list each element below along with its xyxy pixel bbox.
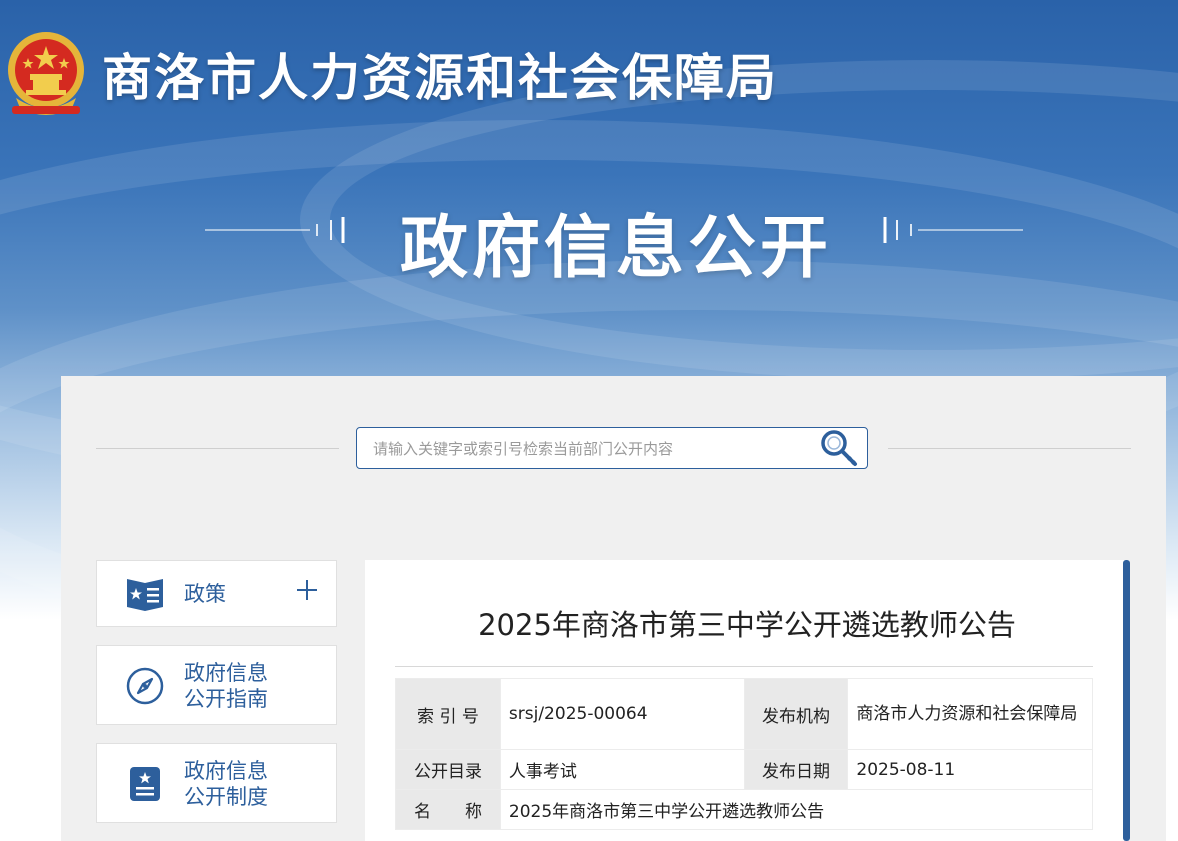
sidebar-item-label: 政府信息 公开制度 <box>184 759 268 809</box>
content-panel: 政策 政府信息 公开指南 政府信息 公开制度 2025年商洛市第三中学公开遴选教… <box>61 376 1166 841</box>
meta-label: 索 引 号 <box>395 678 501 750</box>
book-star-icon <box>127 579 163 611</box>
sidebar-item-disclosure-guide[interactable]: 政府信息 公开指南 <box>96 645 337 725</box>
sidebar-item-label: 政府信息 公开指南 <box>184 661 268 711</box>
meta-label: 名 称 <box>395 789 501 830</box>
table-row: 名 称 2025年商洛市第三中学公开遴选教师公告 <box>395 789 1094 830</box>
table-row: 索 引 号 srsj/2025-00064 发布机构 商洛市人力资源和社会保障局 <box>395 678 1093 750</box>
divider <box>395 666 1093 667</box>
search-box <box>356 427 868 469</box>
sidebar-item-label: 政策 <box>184 582 226 606</box>
meta-value: 2025-08-11 <box>847 749 1093 790</box>
meta-label: 公开目录 <box>395 749 501 790</box>
meta-label: 发布日期 <box>743 749 849 790</box>
divider <box>96 448 339 449</box>
meta-value: srsj/2025-00064 <box>499 678 745 750</box>
scrollbar[interactable] <box>1123 560 1130 841</box>
sidebar-item-policy[interactable]: 政策 <box>96 560 337 627</box>
section-title: 政府信息公开 <box>400 209 833 288</box>
meta-value: 商洛市人力资源和社会保障局 <box>847 678 1093 750</box>
meta-value: 2025年商洛市第三中学公开遴选教师公告 <box>499 789 1094 830</box>
article-title: 2025年商洛市第三中学公开遴选教师公告 <box>478 608 1016 642</box>
plus-icon[interactable] <box>296 579 318 601</box>
meta-value: 人事考试 <box>499 749 745 790</box>
sidebar-item-disclosure-system[interactable]: 政府信息 公开制度 <box>96 743 337 823</box>
divider <box>888 448 1131 449</box>
site-title: 商洛市人力资源和社会保障局 <box>102 48 778 107</box>
article-panel: 2025年商洛市第三中学公开遴选教师公告 索 引 号 srsj/2025-000… <box>365 560 1129 841</box>
title-decoration-right <box>883 217 1023 243</box>
search-icon[interactable] <box>815 427 863 469</box>
national-emblem-icon <box>8 32 84 115</box>
compass-icon <box>126 667 164 705</box>
search-input[interactable] <box>371 436 815 462</box>
document-star-icon <box>130 767 160 801</box>
meta-label: 发布机构 <box>743 678 849 750</box>
table-row: 公开目录 人事考试 发布日期 2025-08-11 <box>395 749 1093 790</box>
title-decoration-left <box>205 217 345 243</box>
article-meta-table: 索 引 号 srsj/2025-00064 发布机构 商洛市人力资源和社会保障局… <box>395 678 1094 830</box>
